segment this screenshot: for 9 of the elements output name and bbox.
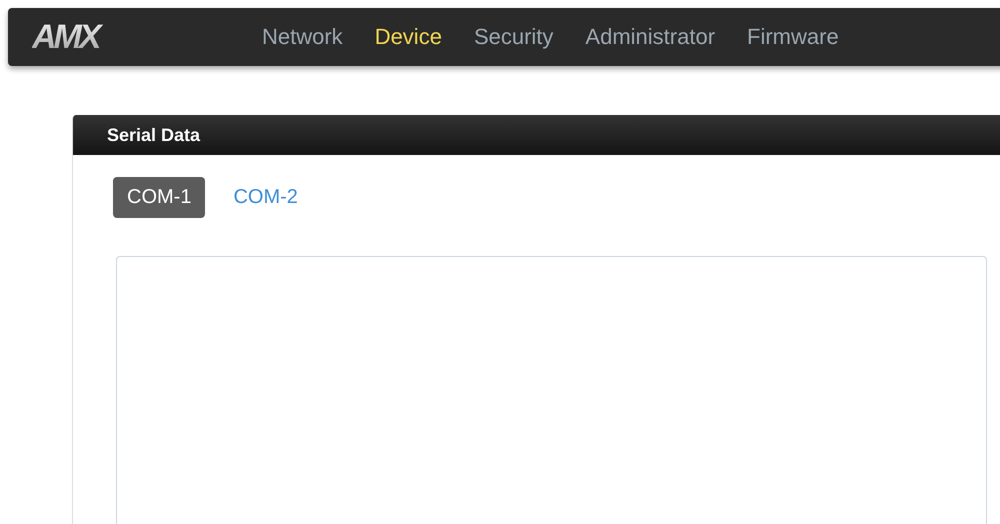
nav-link[interactable]: Device bbox=[374, 24, 442, 50]
text-area[interactable] bbox=[116, 256, 987, 524]
nav-link[interactable]: Firmware bbox=[747, 24, 839, 50]
nav-link[interactable]: Administrator bbox=[585, 24, 716, 50]
tab[interactable]: COM-2 bbox=[219, 177, 312, 218]
tab[interactable]: COM-1 bbox=[113, 177, 206, 218]
nav-link[interactable]: Network bbox=[262, 24, 343, 50]
nav-link[interactable]: Security bbox=[474, 24, 554, 50]
panel-title: Serial Data bbox=[107, 124, 200, 146]
